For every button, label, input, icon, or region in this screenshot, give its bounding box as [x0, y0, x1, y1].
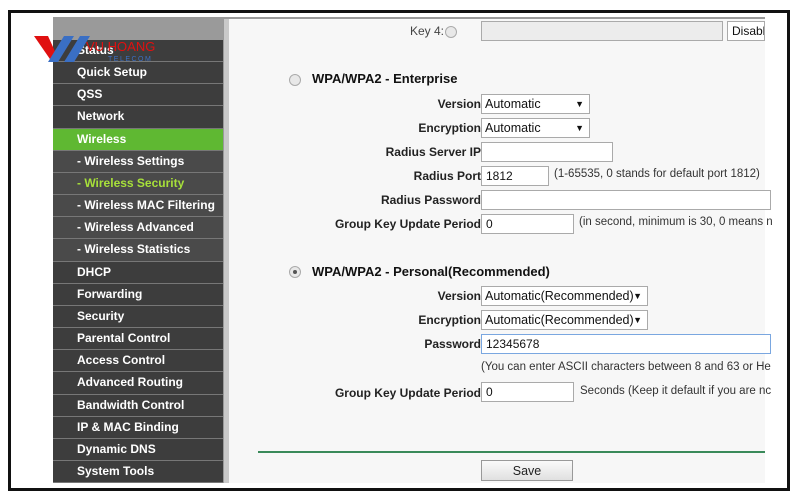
enterprise-title: WPA/WPA2 - Enterprise [312, 71, 458, 86]
sidebar-item-wireless-settings[interactable]: - Wireless Settings [53, 150, 223, 173]
per-encryption-value: Automatic(Recommended) [485, 313, 634, 327]
sidebar-item-wireless-advanced[interactable]: - Wireless Advanced [53, 217, 223, 240]
sidebar-item-network[interactable]: Network [53, 106, 223, 129]
sidebar-item-security[interactable]: Security [53, 305, 223, 329]
sidebar-item-ip-mac-binding[interactable]: IP & MAC Binding [53, 416, 223, 439]
sidebar-item-qss[interactable]: QSS [53, 84, 223, 107]
radius-port-label: Radius Port: [413, 169, 485, 183]
password-note: (You can enter ASCII characters between … [481, 361, 771, 373]
password-label: Password: [424, 337, 485, 351]
save-button[interactable]: Save [481, 460, 573, 481]
key4-status-select[interactable]: Disabl [727, 21, 765, 41]
sidebar-item-dynamic-dns[interactable]: Dynamic DNS [53, 438, 223, 461]
enterprise-radio[interactable] [289, 74, 301, 86]
dropdown-arrow-icon: ▼ [633, 315, 642, 325]
per-version-select[interactable]: Automatic(Recommended) ▼ [481, 286, 648, 306]
sidebar-item-bandwidth-control[interactable]: Bandwidth Control [53, 394, 223, 417]
ent-version-select[interactable]: Automatic ▼ [481, 94, 590, 114]
logo-subtext: TELECOM [108, 56, 152, 63]
per-gkup-label: Group Key Update Period: [334, 386, 485, 400]
sidebar-item-wireless-statistics[interactable]: - Wireless Statistics [53, 239, 223, 262]
sidebar-item-access-control[interactable]: Access Control [53, 350, 223, 373]
radius-password-label: Radius Password: [380, 193, 485, 207]
sidebar-item-parental-control[interactable]: Parental Control [53, 328, 223, 351]
sidebar-item-forwarding[interactable]: Forwarding [53, 283, 223, 306]
per-encryption-select[interactable]: Automatic(Recommended) ▼ [481, 310, 648, 330]
radius-port-input[interactable]: 1812 [481, 166, 549, 186]
radius-port-note: (1-65535, 0 stands for default port 1812… [554, 168, 760, 180]
per-version-label: Version: [437, 289, 485, 303]
sidebar-item-system-tools[interactable]: System Tools [53, 460, 223, 483]
router-admin-page: Status Quick Setup QSS Network Wireless - Wir… [53, 17, 765, 483]
sidebar-divider [223, 19, 229, 483]
ent-encryption-label: Encryption: [418, 121, 485, 135]
ent-gkup-input[interactable]: 0 [481, 214, 574, 234]
sidebar-item-wireless-security[interactable]: - Wireless Security [53, 172, 223, 196]
per-gkup-input[interactable]: 0 [481, 382, 574, 402]
section-divider [258, 451, 765, 453]
password-input[interactable]: 12345678 [481, 334, 771, 354]
personal-radio[interactable] [289, 266, 301, 278]
vu-hoang-telecom-logo: VU HOANG TELECOM [34, 36, 155, 63]
sidebar-menu: Status Quick Setup QSS Network Wireless - Wir… [53, 19, 223, 483]
sidebar-item-wireless-mac-filtering[interactable]: - Wireless MAC Filtering [53, 195, 223, 218]
ent-encryption-value: Automatic [485, 121, 541, 135]
sidebar-item-dhcp[interactable]: DHCP [53, 261, 223, 284]
ent-gkup-label: Group Key Update Period: [334, 217, 485, 231]
per-version-value: Automatic(Recommended) [485, 289, 634, 303]
key4-label: Key 4: [409, 24, 444, 38]
key4-input[interactable] [481, 21, 723, 41]
key4-radio[interactable] [445, 26, 457, 38]
sidebar-item-advanced-routing[interactable]: Advanced Routing [53, 372, 223, 395]
ent-encryption-select[interactable]: Automatic ▼ [481, 118, 590, 138]
dropdown-arrow-icon: ▼ [633, 291, 642, 301]
ent-version-label: Version: [437, 97, 485, 111]
per-encryption-label: Encryption: [418, 313, 485, 327]
radius-ip-label: Radius Server IP: [385, 145, 485, 159]
sidebar-item-wireless[interactable]: Wireless [53, 128, 223, 151]
logo-text: VU HOANG [86, 39, 155, 54]
ent-version-value: Automatic [485, 97, 541, 111]
per-gkup-note: Seconds (Keep it default if you are nc [580, 385, 772, 397]
dropdown-arrow-icon: ▼ [575, 99, 584, 109]
radius-ip-input[interactable] [481, 142, 613, 162]
dropdown-arrow-icon: ▼ [575, 123, 584, 133]
radius-password-input[interactable] [481, 190, 771, 210]
personal-title: WPA/WPA2 - Personal(Recommended) [312, 264, 550, 279]
ent-gkup-note: (in second, minimum is 30, 0 means n [579, 216, 773, 228]
